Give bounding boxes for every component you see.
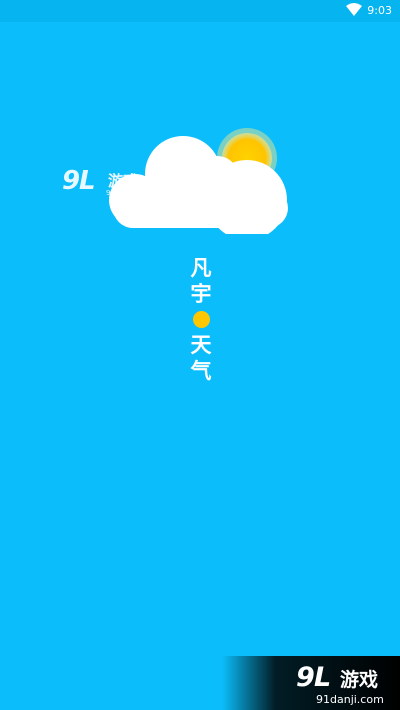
watermark-number: 9: [62, 166, 80, 196]
watermark-bottom-number-stroke: L: [314, 662, 331, 693]
title-char-3: 天: [190, 333, 212, 357]
watermark-url: 91danji.com: [106, 189, 150, 197]
watermark-logo-top: 9 L 游戏 91danji.com: [62, 166, 162, 200]
wifi-icon: [346, 3, 362, 16]
watermark-bottom-number: 9: [296, 662, 315, 693]
watermark-text: 游戏: [108, 172, 139, 190]
watermark-bottom-url: 91danji.com: [316, 693, 384, 706]
app-title: 凡 宇 天 气: [188, 255, 214, 384]
title-char-1: 凡: [190, 256, 212, 280]
title-dot: [192, 311, 210, 328]
watermark-logo-bottom: 9 L 游戏 91danji.com: [222, 656, 400, 710]
watermark-bottom-text: 游戏: [340, 669, 379, 691]
title-char-2: 宇: [190, 282, 212, 306]
title-char-4: 气: [190, 359, 212, 383]
status-time: 9:03: [367, 4, 392, 17]
status-bar: 9:03: [0, 0, 400, 22]
watermark-number-stroke: L: [79, 166, 96, 196]
